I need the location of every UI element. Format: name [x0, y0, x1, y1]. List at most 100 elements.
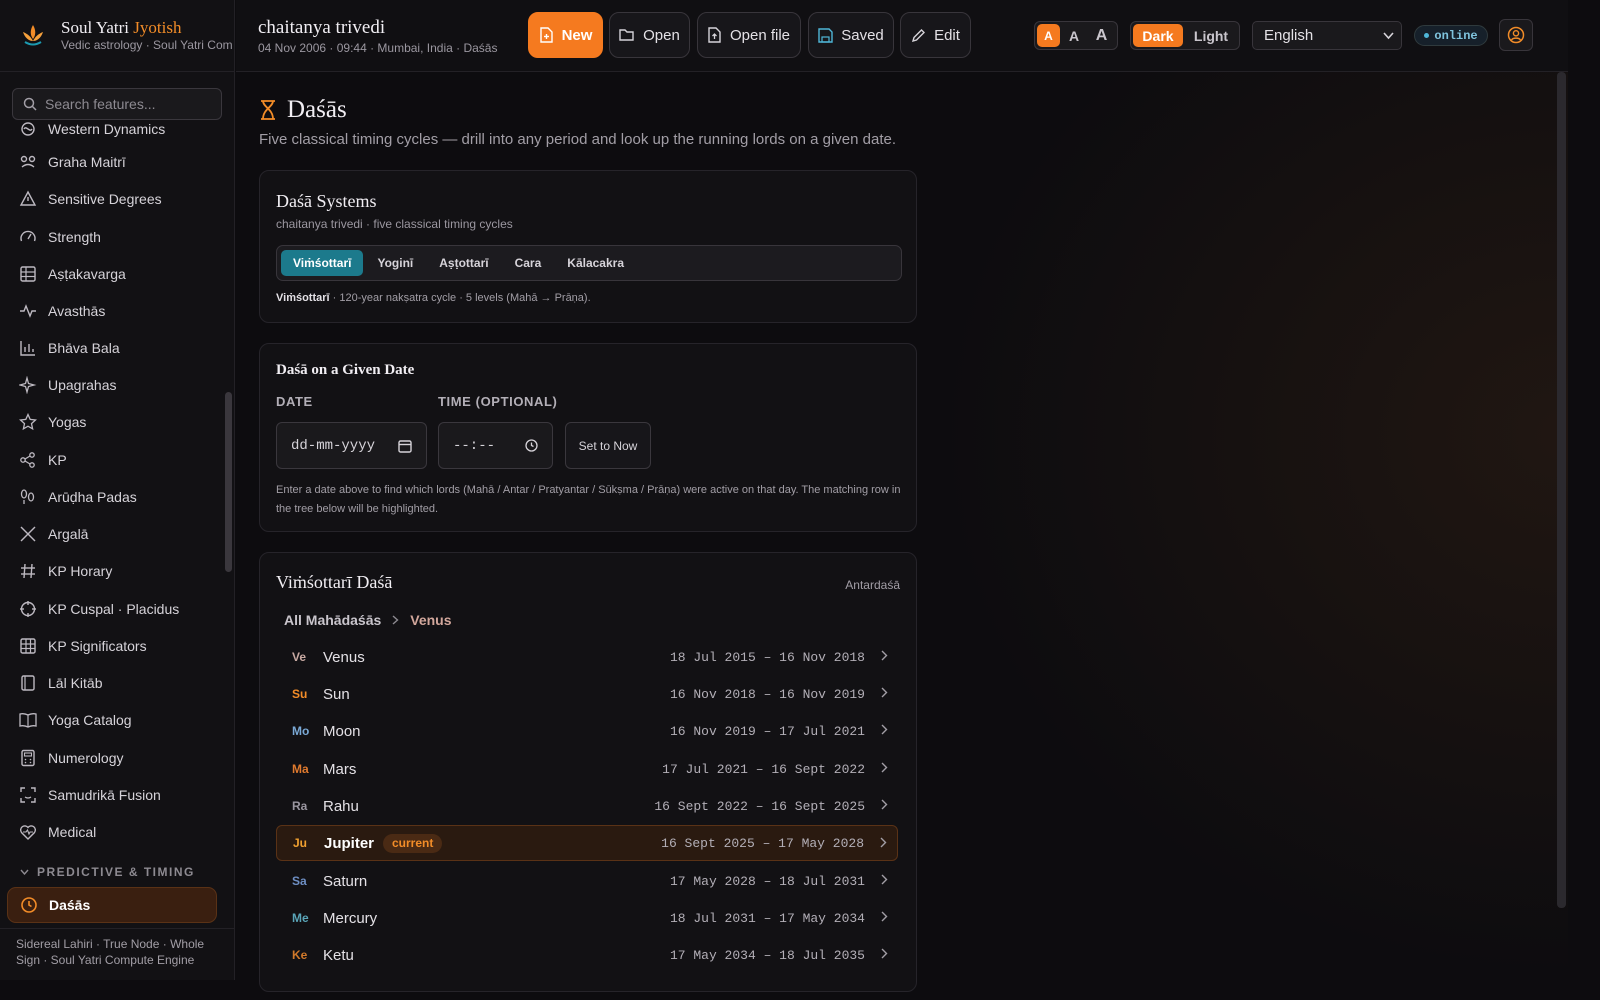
sidebar-section-predictive-timing[interactable]: PREDICTIVE & TIMING: [20, 865, 195, 879]
date-input[interactable]: dd-mm-yyyy: [276, 422, 427, 469]
grid-icon: [20, 266, 36, 282]
sidebar-item-yoga-catalog[interactable]: Yoga Catalog: [8, 703, 218, 737]
time-input[interactable]: --:--: [438, 422, 553, 469]
language-select[interactable]: English: [1252, 21, 1402, 50]
clock-icon[interactable]: [525, 439, 538, 452]
dasa-row-mars[interactable]: Ma Mars 17 Jul 2021 – 16 Sept 2022: [276, 751, 898, 787]
dasa-row-mercury[interactable]: Me Mercury 18 Jul 2031 – 17 May 2034: [276, 900, 898, 936]
sidebar-item-numerology[interactable]: Numerology: [8, 741, 218, 775]
sidebar-item-upagrahas[interactable]: Upagrahas: [8, 368, 218, 402]
calendar-icon[interactable]: [398, 439, 412, 453]
period-range: 16 Nov 2019 – 17 Jul 2021: [669, 723, 865, 739]
scan-face-icon: [20, 787, 36, 803]
dasa-row-saturn[interactable]: Sa Saturn 17 May 2028 – 18 Jul 2031: [276, 863, 898, 899]
sidebar-item-dasas[interactable]: Daśās: [7, 887, 217, 923]
tab-kalacakra[interactable]: Kālacakra: [555, 250, 636, 276]
chevron-right-icon: [880, 837, 887, 848]
status-dot-icon: [1424, 33, 1430, 38]
chevron-right-icon: [881, 911, 888, 922]
sidebar-item-strength[interactable]: Strength: [8, 220, 218, 254]
sidebar-item-kp-horary[interactable]: KP Horary: [8, 554, 218, 588]
theme-light-button[interactable]: Light: [1185, 24, 1237, 47]
planet-abbr: Ve: [292, 650, 307, 664]
table-icon: [20, 638, 36, 654]
new-button[interactable]: New: [528, 12, 603, 58]
saved-button[interactable]: Saved: [808, 12, 894, 58]
sidebar-item-medical[interactable]: Medical: [8, 815, 218, 849]
sidebar-item-bh-va-bala[interactable]: Bhāva Bala: [8, 331, 218, 365]
crosshair-icon: [20, 601, 36, 617]
sidebar-item-ar-ha-padas[interactable]: Arūḍha Padas: [8, 480, 218, 514]
brand: Soul Yatri Jyotish Vedic astrology · Sou…: [0, 0, 235, 72]
sidebar-item-a-akavarga[interactable]: Aṣṭakavarga: [8, 257, 218, 291]
planet-abbr: Me: [292, 911, 309, 925]
sidebar-item-kp-significators[interactable]: KP Significators: [8, 629, 218, 663]
sidebar-item-argal-[interactable]: Argalā: [8, 517, 218, 551]
edit-button[interactable]: Edit: [900, 12, 971, 58]
user-menu-button[interactable]: [1499, 19, 1533, 51]
sidebar-item-yogas[interactable]: Yogas: [8, 405, 218, 439]
sidebar-item-kp-cuspal-placidus[interactable]: KP Cuspal · Placidus: [8, 592, 218, 626]
planet-name: Jupiter: [324, 834, 375, 852]
sidebar-scrollbar[interactable]: [225, 392, 232, 572]
brand-subtitle: Vedic astrology · Soul Yatri Com: [61, 38, 233, 52]
dasa-systems-title: Daśā Systems: [276, 191, 377, 211]
sidebar-nav: Western Dynamics Graha Maitrī Sensitive De…: [0, 108, 222, 928]
tab-vimsottari[interactable]: Viṁśottarī: [281, 250, 364, 276]
sidebar-item-graha-maitr-[interactable]: Graha Maitrī: [8, 145, 218, 179]
font-size-large-button[interactable]: A: [1088, 24, 1115, 47]
sidebar-item-samudrik-fusion[interactable]: Samudrikā Fusion: [8, 778, 218, 812]
heart-pulse-icon: [19, 825, 37, 840]
clock-icon: [21, 897, 37, 913]
sidebar-item-kp[interactable]: KP: [8, 443, 218, 477]
open-file-button[interactable]: Open file: [697, 12, 801, 58]
tab-cara[interactable]: Cara: [503, 250, 554, 276]
share-icon: [20, 452, 35, 468]
planet-abbr: Ke: [292, 948, 308, 962]
planet-name: Saturn: [323, 872, 368, 890]
planet-abbr: Ma: [292, 762, 309, 776]
open-button[interactable]: Open: [609, 12, 690, 58]
gauge-icon: [20, 230, 36, 242]
pencil-icon: [912, 28, 926, 42]
dasa-tree-card: Viṁśottarī Daśā Antardaśā All Mahādaśās …: [259, 552, 917, 992]
star-icon: [19, 413, 37, 431]
tab-yogini[interactable]: Yoginī: [365, 250, 425, 276]
theme-dark-button[interactable]: Dark: [1133, 24, 1183, 47]
dasa-row-sun[interactable]: Su Sun 16 Nov 2018 – 16 Nov 2019: [276, 676, 898, 712]
planet-name: Venus: [323, 648, 365, 666]
tab-astottari[interactable]: Aṣṭottarī: [427, 250, 500, 276]
dasa-row-jupiter[interactable]: Ju Jupiter current 16 Sept 2025 – 17 May 20…: [276, 825, 898, 861]
font-size-medium-button[interactable]: A: [1062, 24, 1086, 47]
period-range: 16 Sept 2025 – 17 May 2028: [661, 835, 864, 851]
sidebar: Soul Yatri Jyotish Vedic astrology · Sou…: [0, 0, 235, 980]
brand-name[interactable]: Soul Yatri Jyotish: [61, 18, 181, 38]
date-label: DATE: [276, 394, 313, 409]
planet-name: Mars: [323, 760, 357, 778]
dynamics-icon: [21, 122, 35, 136]
planet-abbr: Ra: [292, 799, 308, 813]
chevron-right-icon: [881, 948, 888, 959]
sidebar-item-l-l-kit-b[interactable]: Lāl Kitāb: [8, 666, 218, 700]
topbar: chaitanya trivedi 04 Nov 2006 · 09:44 · …: [236, 0, 1568, 72]
chevron-right-icon: [881, 762, 888, 773]
dasa-row-rahu[interactable]: Ra Rahu 16 Sept 2022 – 16 Sept 2025: [276, 788, 898, 824]
font-size-small-button[interactable]: A: [1037, 24, 1060, 47]
sidebar-item-avasth-s[interactable]: Avasthās: [8, 294, 218, 328]
user-avatar-icon: [1507, 26, 1525, 44]
set-to-now-button[interactable]: Set to Now: [565, 422, 651, 469]
dasa-row-venus[interactable]: Ve Venus 18 Jul 2015 – 16 Nov 2018: [276, 639, 898, 675]
chart-subtitle: 04 Nov 2006 · 09:44 · Mumbai, India · Da…: [258, 41, 498, 55]
sidebar-item-western-dynamics[interactable]: Western Dynamics: [8, 112, 218, 146]
main-scrollbar[interactable]: [1557, 72, 1566, 908]
swords-icon: [20, 526, 36, 542]
date-help-text: Enter a date above to find which lords (…: [276, 484, 901, 515]
breadcrumb-all-mahadasas[interactable]: All Mahādaśās: [284, 612, 381, 628]
sidebar-item-sensitive-degrees[interactable]: Sensitive Degrees: [8, 182, 218, 216]
dasa-system-tabs: Viṁśottarī Yoginī Aṣṭottarī Cara Kālacakra: [276, 245, 902, 281]
warning-icon: [19, 190, 37, 206]
dasa-row-ketu[interactable]: Ke Ketu 17 May 2034 – 18 Jul 2035: [276, 937, 898, 973]
period-range: 18 Jul 2015 – 16 Nov 2018: [669, 649, 865, 665]
dasa-row-moon[interactable]: Mo Moon 16 Nov 2019 – 17 Jul 2021: [276, 713, 898, 749]
chevron-right-icon: [881, 724, 888, 735]
